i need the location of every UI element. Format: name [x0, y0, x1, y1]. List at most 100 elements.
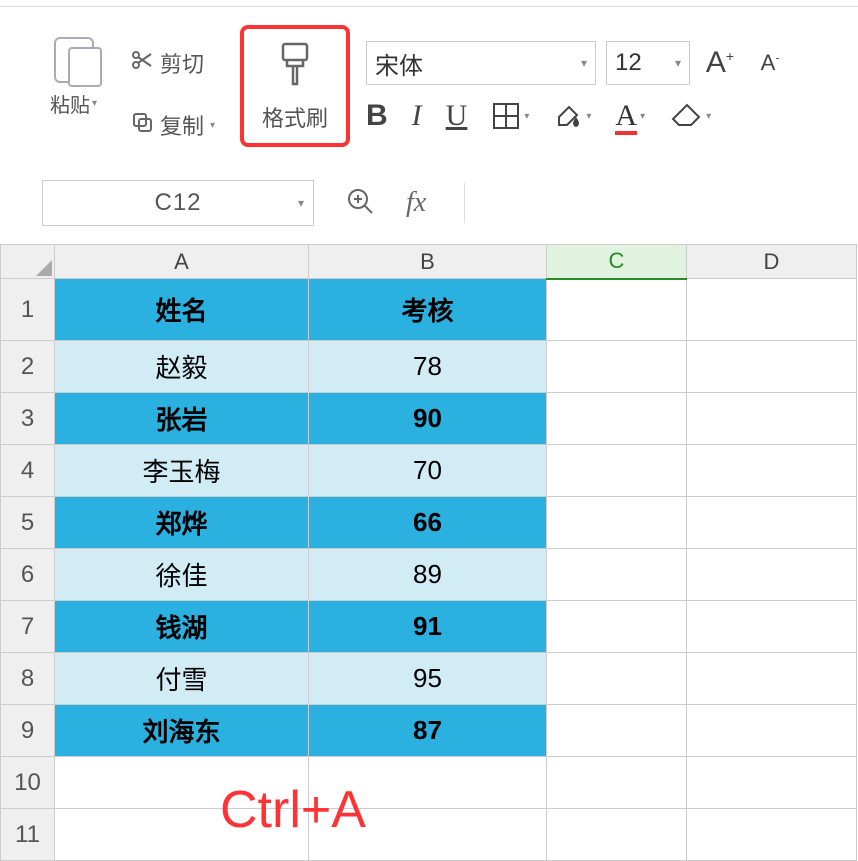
cell-C7[interactable]: [547, 601, 687, 653]
clear-format-button[interactable]: ▾: [669, 97, 711, 135]
cut-label: 剪切: [160, 47, 204, 79]
cell-A7[interactable]: 钱湖: [55, 601, 309, 653]
row-header-4[interactable]: 4: [1, 445, 55, 497]
cell-C4[interactable]: [547, 445, 687, 497]
ribbon-toolbar: 粘贴 ▾ 剪切 复制 ▾ 格式刷 宋体 ▾ 12: [0, 6, 858, 156]
cell-B8[interactable]: 95: [309, 653, 547, 705]
row-header-2[interactable]: 2: [1, 341, 55, 393]
cell-reference: C12: [154, 189, 201, 217]
cell-A2[interactable]: 赵毅: [55, 341, 309, 393]
clipboard-icon: [54, 37, 94, 83]
cell-B7[interactable]: 91: [309, 601, 547, 653]
cell-D10[interactable]: [687, 757, 857, 809]
copy-label: 复制: [160, 109, 204, 141]
cell-C2[interactable]: [547, 341, 687, 393]
row-header-6[interactable]: 6: [1, 549, 55, 601]
cell-C3[interactable]: [547, 393, 687, 445]
italic-button[interactable]: I: [412, 99, 422, 133]
cell-B3[interactable]: 90: [309, 393, 547, 445]
shortcut-annotation: Ctrl+A: [220, 780, 366, 840]
row-header-9[interactable]: 9: [1, 705, 55, 757]
magnifier-icon[interactable]: [344, 185, 376, 222]
cell-A1[interactable]: 姓名: [55, 279, 309, 341]
cell-D6[interactable]: [687, 549, 857, 601]
cell-C6[interactable]: [547, 549, 687, 601]
chevron-down-icon: ▾: [524, 111, 529, 122]
column-header-B[interactable]: B: [309, 245, 547, 279]
chevron-down-icon[interactable]: ▾: [210, 120, 215, 131]
cell-C9[interactable]: [547, 705, 687, 757]
column-header-A[interactable]: A: [55, 245, 309, 279]
cell-D11[interactable]: [687, 809, 857, 861]
cell-C10[interactable]: [547, 757, 687, 809]
cell-D1[interactable]: [687, 279, 857, 341]
cell-B1[interactable]: 考核: [309, 279, 547, 341]
row-header-5[interactable]: 5: [1, 497, 55, 549]
font-size-dropdown[interactable]: 12 ▾: [606, 41, 690, 85]
format-painter-label: 格式刷: [262, 101, 328, 133]
row-header-10[interactable]: 10: [1, 757, 55, 809]
bold-button[interactable]: B: [366, 99, 388, 133]
cell-A4[interactable]: 李玉梅: [55, 445, 309, 497]
paste-label: 粘贴: [50, 89, 90, 118]
cell-D4[interactable]: [687, 445, 857, 497]
formula-bar: C12 ▾ fx: [0, 180, 858, 226]
cell-A5[interactable]: 郑烨: [55, 497, 309, 549]
column-header-C[interactable]: C: [547, 245, 687, 279]
scissors-icon: [130, 48, 154, 78]
cell-A9[interactable]: 刘海东: [55, 705, 309, 757]
border-button[interactable]: ▾: [491, 101, 529, 131]
fill-color-button[interactable]: ▾: [553, 101, 591, 131]
font-name-dropdown[interactable]: 宋体 ▾: [366, 41, 596, 85]
cell-C11[interactable]: [547, 809, 687, 861]
decrease-font-size-button[interactable]: A-: [750, 50, 790, 76]
cell-D2[interactable]: [687, 341, 857, 393]
cell-D5[interactable]: [687, 497, 857, 549]
formula-input[interactable]: [464, 183, 816, 223]
cell-D8[interactable]: [687, 653, 857, 705]
font-color-button[interactable]: A ▾: [615, 99, 645, 133]
increase-font-size-button[interactable]: A+: [700, 46, 740, 80]
cell-D3[interactable]: [687, 393, 857, 445]
underline-button[interactable]: U: [446, 99, 468, 133]
chevron-down-icon[interactable]: ▾: [92, 98, 97, 109]
font-name-value: 宋体: [375, 46, 423, 81]
select-all-corner[interactable]: [1, 245, 55, 279]
cell-A8[interactable]: 付雪: [55, 653, 309, 705]
row-header-1[interactable]: 1: [1, 279, 55, 341]
format-painter-icon: [275, 40, 315, 93]
chevron-down-icon: ▾: [675, 56, 681, 70]
chevron-down-icon: ▾: [298, 196, 305, 210]
eraser-icon: [669, 97, 703, 135]
fx-label: fx: [406, 187, 426, 219]
cell-C5[interactable]: [547, 497, 687, 549]
cell-C8[interactable]: [547, 653, 687, 705]
cell-B5[interactable]: 66: [309, 497, 547, 549]
cell-A3[interactable]: 张岩: [55, 393, 309, 445]
format-painter-button[interactable]: 格式刷: [240, 25, 350, 147]
row-header-3[interactable]: 3: [1, 393, 55, 445]
column-header-D[interactable]: D: [687, 245, 857, 279]
copy-icon: [130, 110, 154, 140]
row-header-8[interactable]: 8: [1, 653, 55, 705]
row-header-11[interactable]: 11: [1, 809, 55, 861]
copy-button[interactable]: 复制 ▾: [130, 109, 215, 141]
chevron-down-icon: ▾: [586, 111, 591, 122]
cell-A6[interactable]: 徐佳: [55, 549, 309, 601]
cell-C1[interactable]: [547, 279, 687, 341]
cell-D7[interactable]: [687, 601, 857, 653]
chevron-down-icon: ▾: [706, 111, 711, 122]
cell-D9[interactable]: [687, 705, 857, 757]
cell-name-box[interactable]: C12 ▾: [42, 180, 314, 226]
cut-button[interactable]: 剪切: [130, 47, 215, 79]
cell-B4[interactable]: 70: [309, 445, 547, 497]
font-size-value: 12: [615, 49, 642, 77]
paste-button-group[interactable]: 粘贴 ▾: [50, 37, 97, 118]
chevron-down-icon: ▾: [640, 111, 645, 122]
cell-B6[interactable]: 89: [309, 549, 547, 601]
cell-B2[interactable]: 78: [309, 341, 547, 393]
row-header-7[interactable]: 7: [1, 601, 55, 653]
chevron-down-icon: ▾: [581, 56, 587, 70]
cell-B9[interactable]: 87: [309, 705, 547, 757]
spreadsheet-grid[interactable]: ABCD1姓名考核2赵毅783张岩904李玉梅705郑烨666徐佳897钱湖91…: [0, 244, 858, 861]
